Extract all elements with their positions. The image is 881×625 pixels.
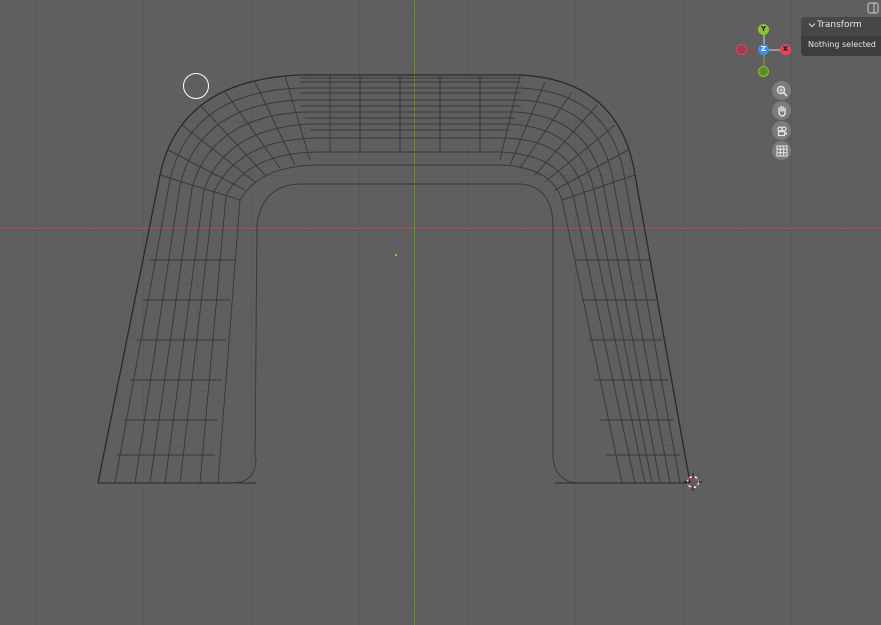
zoom-icon [776,85,788,97]
gizmo-z-axis[interactable]: Z [758,44,769,55]
hand-pan-icon [777,105,786,117]
transform-panel: Transform Nothing selected [801,17,881,56]
gizmo-neg-x-axis[interactable] [736,44,747,55]
brush-cursor [183,73,209,99]
toggle-sidebar-icon[interactable] [867,2,879,14]
3d-viewport[interactable] [0,0,881,625]
zoom-button[interactable] [772,81,791,100]
grid-icon [776,145,787,156]
camera-view-button[interactable] [772,121,791,140]
gizmo-neg-y-axis[interactable] [758,66,769,77]
gizmo-y-axis[interactable]: Y [758,24,769,35]
navigation-gizmo[interactable]: Y X Z [736,22,792,78]
camera-icon [776,125,787,136]
panel-message: Nothing selected [808,40,876,49]
ortho-toggle-button[interactable] [772,141,791,160]
gizmo-x-axis[interactable]: X [780,44,791,55]
chevron-down-icon [808,23,816,28]
pan-button[interactable] [772,101,791,120]
panel-title: Transform [817,20,862,30]
wireframe-mesh[interactable] [0,0,881,625]
transform-panel-header[interactable]: Transform [801,17,881,36]
3d-cursor-icon [684,473,702,491]
object-origin [395,254,397,256]
